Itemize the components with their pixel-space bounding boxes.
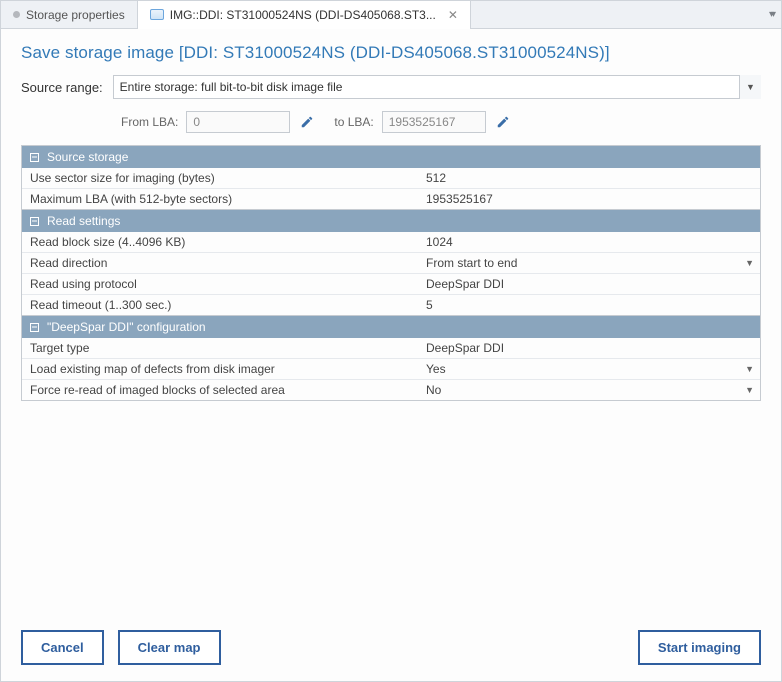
page-title: Save storage image [DDI: ST31000524NS (D… [21,43,761,63]
lba-row: From LBA: to LBA: [121,111,761,133]
row-value: 1953525167 [418,189,760,209]
row-value[interactable]: Yes ▼ [418,359,760,379]
row-value[interactable]: DeepSpar DDI [418,338,760,358]
to-lba-label: to LBA: [334,115,373,129]
source-range-label: Source range: [21,80,103,95]
row-label: Read timeout (1..300 sec.) [22,295,418,315]
tab-label: IMG::DDI: ST31000524NS (DDI-DS405068.ST3… [170,8,436,22]
disk-icon [150,9,164,20]
grid-row[interactable]: Force re-read of imaged blocks of select… [22,379,760,400]
collapse-icon [30,323,39,332]
tab-storage-properties[interactable]: Storage properties [1,1,138,28]
section-title: Read settings [47,214,120,228]
spacer [235,630,624,665]
from-lba-label: From LBA: [121,115,178,129]
content-area: Save storage image [DDI: ST31000524NS (D… [1,29,781,630]
grid-row[interactable]: Read timeout (1..300 sec.) 5 [22,294,760,315]
grid-row[interactable]: Read direction From start to end ▼ [22,252,760,273]
row-label: Load existing map of defects from disk i… [22,359,418,379]
row-label: Read block size (4..4096 KB) [22,232,418,252]
row-value[interactable]: From start to end ▼ [418,253,760,273]
source-range-select[interactable]: Entire storage: full bit-to-bit disk ima… [113,75,761,99]
close-icon[interactable]: ✕ [448,9,458,21]
row-label: Read direction [22,253,418,273]
row-value[interactable]: 1024 [418,232,760,252]
row-value[interactable]: No ▼ [418,380,760,400]
row-value-text: Yes [426,362,446,376]
section-header-ddi-config[interactable]: "DeepSpar DDI" configuration [22,315,760,338]
footer: Cancel Clear map Start imaging [1,630,781,681]
section-title: "DeepSpar DDI" configuration [47,320,206,334]
collapse-icon [30,217,39,226]
section-title: Source storage [47,150,128,164]
row-value-text: From start to end [426,256,517,270]
row-label: Use sector size for imaging (bytes) [22,168,418,188]
chevron-down-icon: ▾▾ [769,9,773,20]
row-label: Target type [22,338,418,358]
collapse-icon [30,153,39,162]
source-range-select-wrap: Entire storage: full bit-to-bit disk ima… [113,75,761,99]
tab-img-ddi[interactable]: IMG::DDI: ST31000524NS (DDI-DS405068.ST3… [138,1,471,28]
grid-row[interactable]: Maximum LBA (with 512-byte sectors) 1953… [22,188,760,209]
chevron-down-icon: ▼ [745,258,754,268]
grid-row[interactable]: Read using protocol DeepSpar DDI [22,273,760,294]
tab-bar: Storage properties IMG::DDI: ST31000524N… [1,1,781,29]
edit-from-lba-button[interactable] [298,113,316,131]
circle-icon [13,11,20,18]
cancel-button[interactable]: Cancel [21,630,104,665]
row-value-text: No [426,383,441,397]
row-value: 512 [418,168,760,188]
pencil-icon [496,115,510,129]
chevron-down-icon: ▼ [745,385,754,395]
section-header-source-storage[interactable]: Source storage [22,146,760,168]
row-label: Maximum LBA (with 512-byte sectors) [22,189,418,209]
grid-row[interactable]: Load existing map of defects from disk i… [22,358,760,379]
chevron-down-icon: ▼ [745,364,754,374]
to-lba-input[interactable] [382,111,486,133]
row-label: Force re-read of imaged blocks of select… [22,380,418,400]
clear-map-button[interactable]: Clear map [118,630,221,665]
tabbar-overflow[interactable]: ▾▾ [761,1,781,28]
row-value[interactable]: DeepSpar DDI [418,274,760,294]
tab-label: Storage properties [26,8,125,22]
start-imaging-button[interactable]: Start imaging [638,630,761,665]
grid-row[interactable]: Target type DeepSpar DDI [22,338,760,358]
app-window: Storage properties IMG::DDI: ST31000524N… [0,0,782,682]
from-lba-input[interactable] [186,111,290,133]
source-range-row: Source range: Entire storage: full bit-t… [21,75,761,99]
grid-row[interactable]: Use sector size for imaging (bytes) 512 [22,168,760,188]
section-header-read-settings[interactable]: Read settings [22,209,760,232]
settings-grid: Source storage Use sector size for imagi… [21,145,761,401]
row-label: Read using protocol [22,274,418,294]
pencil-icon [300,115,314,129]
edit-to-lba-button[interactable] [494,113,512,131]
grid-row[interactable]: Read block size (4..4096 KB) 1024 [22,232,760,252]
row-value[interactable]: 5 [418,295,760,315]
